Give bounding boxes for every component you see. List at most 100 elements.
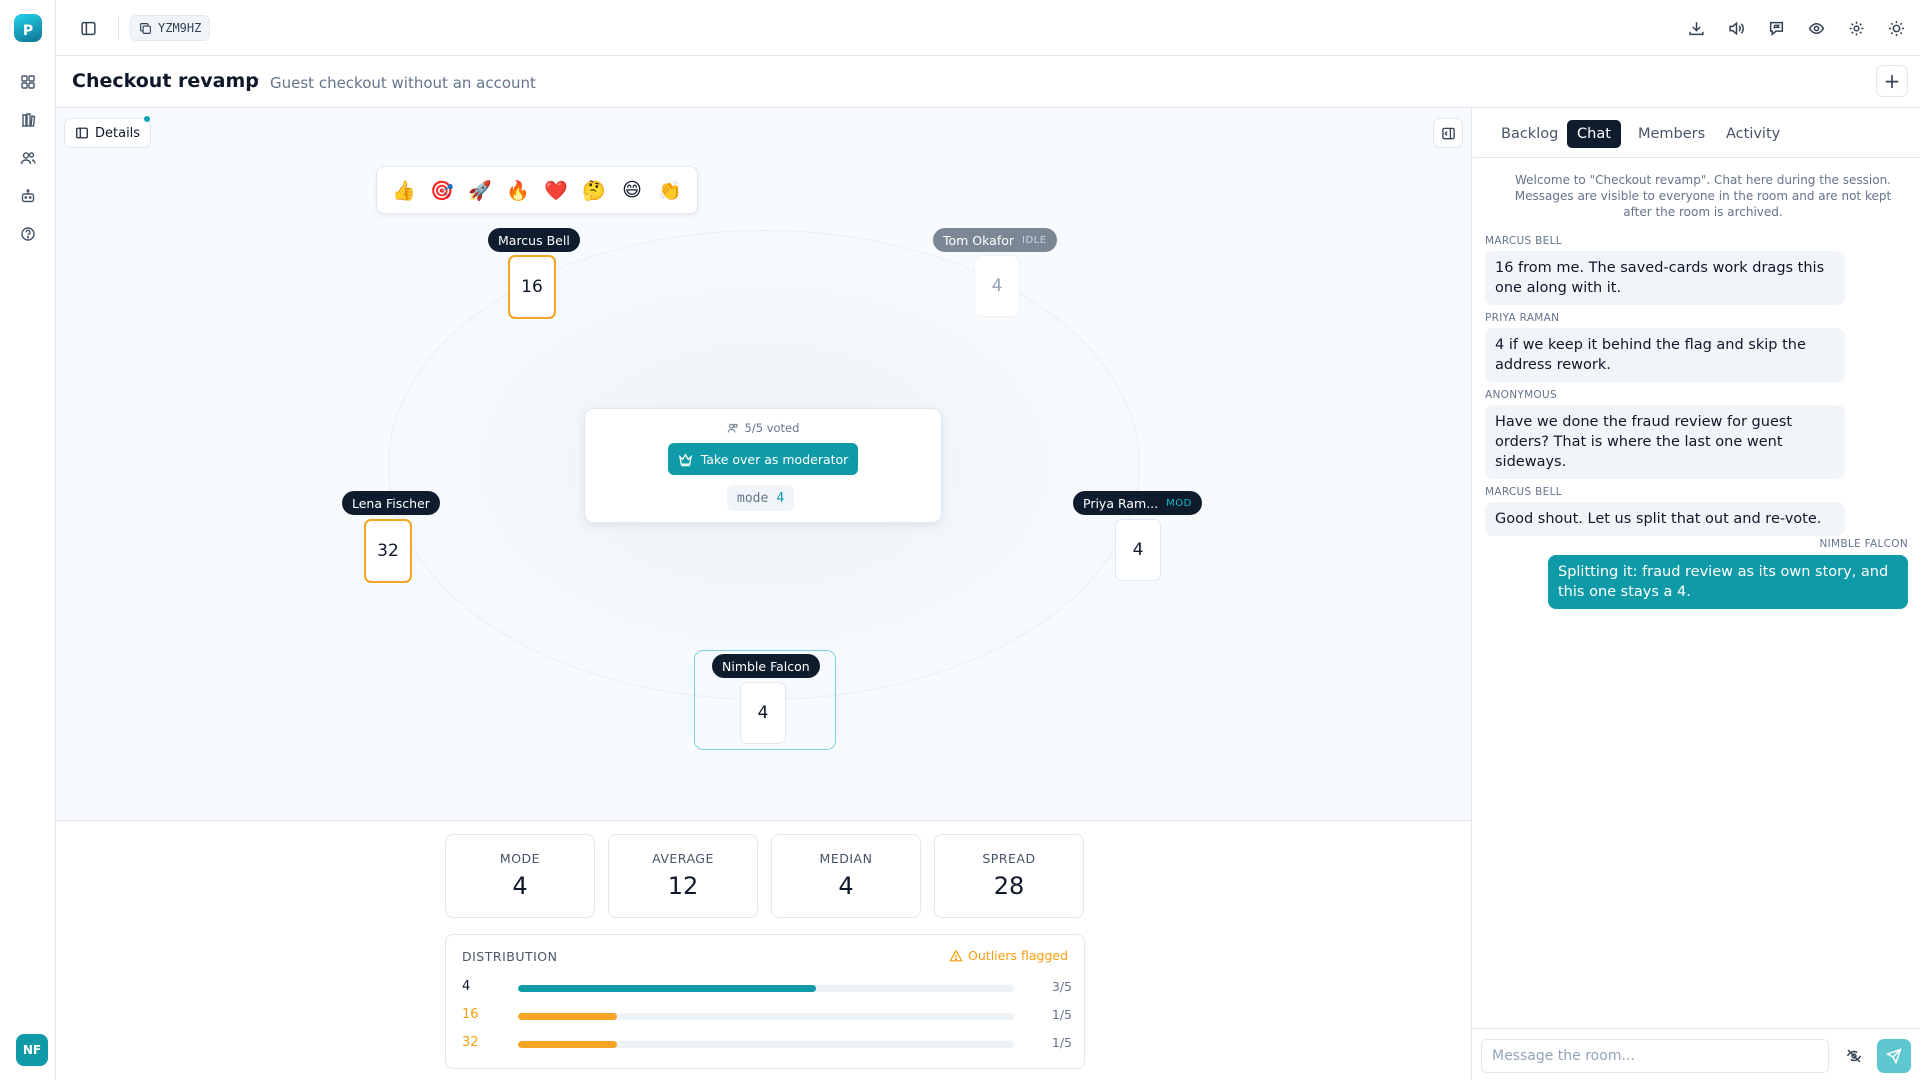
distribution-value: 16	[462, 1007, 479, 1022]
reaction-thumbs-up[interactable]: 👍	[385, 171, 423, 209]
distribution-row: 16 1/5	[462, 1007, 1072, 1023]
room-code-button[interactable]: YZM9HZ	[130, 15, 211, 41]
player-name-tag: Marcus Bell	[488, 228, 580, 252]
stat-value: 28	[993, 872, 1025, 900]
distribution-track	[518, 985, 1014, 992]
distribution-value: 4	[462, 979, 471, 994]
volume-icon[interactable]	[1720, 12, 1752, 44]
stat-card-average: AVERAGE 12	[608, 834, 758, 918]
tab-activity[interactable]: Activity	[1716, 120, 1790, 148]
stat-label: SPREAD	[982, 851, 1036, 866]
moderator-badge: MOD	[1166, 497, 1192, 509]
chat-message-input[interactable]	[1481, 1039, 1829, 1073]
sidebar-toggle-icon[interactable]	[72, 12, 104, 44]
tab-chat[interactable]: Chat	[1567, 120, 1621, 148]
notification-dot	[144, 116, 150, 122]
comment-flag-icon[interactable]	[1760, 12, 1792, 44]
message-bubble: 16 from me. The saved-cards work drags t…	[1485, 251, 1845, 305]
top-bar: YZM9HZ	[56, 0, 1920, 56]
mode-label: mode	[737, 490, 769, 506]
distribution-count: 3/5	[1051, 979, 1072, 994]
take-over-label: Take over as moderator	[700, 451, 849, 467]
distribution-panel: DISTRIBUTION Outliers flagged 4 3/5 16 1…	[445, 934, 1085, 1069]
reaction-bar: 👍 🎯 🚀 🔥 ❤️ 🤔 😄 👏	[376, 166, 698, 214]
tab-members[interactable]: Members	[1628, 120, 1715, 148]
details-label: Details	[95, 125, 141, 141]
gear-icon[interactable]	[1840, 12, 1872, 44]
stat-card-mode: MODE 4	[445, 834, 595, 918]
message-author: PRIYA RAMAN	[1485, 312, 1560, 324]
distribution-track	[518, 1013, 1014, 1020]
take-over-moderator-button[interactable]: Take over as moderator	[668, 443, 858, 475]
page-title: Checkout revamp	[72, 70, 259, 92]
details-button[interactable]: Details	[64, 118, 152, 148]
tab-backlog[interactable]: Backlog	[1491, 120, 1568, 148]
reaction-clap[interactable]: 👏	[651, 171, 689, 209]
distribution-bar	[518, 1041, 618, 1048]
idle-badge: IDLE	[1022, 234, 1047, 246]
users-icon	[727, 423, 738, 433]
stat-value: 12	[667, 872, 699, 900]
panel-icon	[76, 127, 88, 139]
download-icon[interactable]	[1680, 12, 1712, 44]
left-rail: P NF	[0, 0, 56, 1080]
reaction-target[interactable]: 🎯	[423, 171, 461, 209]
distribution-count: 1/5	[1051, 1007, 1072, 1022]
library-icon[interactable]	[14, 106, 42, 134]
crown-icon	[678, 453, 692, 466]
users-icon[interactable]	[14, 144, 42, 172]
player-vote-card: 4	[740, 682, 786, 744]
dashboard-icon[interactable]	[14, 68, 42, 96]
message-author: MARCUS BELL	[1485, 486, 1562, 498]
message-bubble-own: Splitting it: fraud review as its own st…	[1548, 555, 1908, 609]
user-avatar[interactable]: NF	[16, 1034, 48, 1066]
message-bubble: Have we done the fraud review for guest …	[1485, 405, 1845, 479]
mode-value: 4	[776, 490, 785, 506]
reaction-fire[interactable]: 🔥	[499, 171, 537, 209]
distribution-value: 32	[462, 1035, 479, 1050]
stat-value: 4	[838, 872, 854, 900]
player-name: Nimble Falcon	[722, 658, 810, 674]
outliers-flag-label: Outliers flagged	[968, 948, 1068, 963]
room-header: Checkout revamp · Guest checkout without…	[56, 56, 1920, 108]
distribution-bar	[518, 1013, 618, 1020]
reaction-smile[interactable]: 😄	[613, 171, 651, 209]
stat-label: AVERAGE	[652, 851, 714, 866]
robot-icon[interactable]	[14, 182, 42, 210]
voted-text: 5/5 voted	[744, 421, 800, 435]
send-message-button[interactable]	[1877, 1039, 1911, 1073]
message-bubble: Good shout. Let us split that out and re…	[1485, 502, 1845, 536]
player-vote-card: 16	[508, 255, 556, 319]
message-author: ANONYMOUS	[1485, 389, 1557, 401]
side-panel-tabs: Backlog Chat Members Activity	[1473, 108, 1920, 158]
stat-label: MODE	[499, 851, 541, 866]
panel-right-icon	[1441, 127, 1455, 139]
add-button[interactable]: +	[1876, 65, 1908, 97]
player-name: Priya Ram...	[1083, 495, 1159, 511]
reaction-rocket[interactable]: 🚀	[461, 171, 499, 209]
message-author: MARCUS BELL	[1485, 235, 1562, 247]
distribution-bar	[518, 985, 816, 992]
message-author: NIMBLE FALCON	[1819, 538, 1908, 550]
side-panel: Backlog Chat Members Activity Welcome to…	[1473, 108, 1920, 1080]
title-separator: ·	[256, 72, 261, 88]
eye-icon[interactable]	[1800, 12, 1832, 44]
help-icon[interactable]	[14, 220, 42, 248]
voted-count: 5/5 voted	[585, 421, 941, 435]
reaction-thinking[interactable]: 🤔	[575, 171, 613, 209]
eye-off-icon[interactable]	[1839, 1041, 1869, 1071]
room-code: YZM9HZ	[158, 21, 202, 35]
player-vote-card: 4	[974, 255, 1020, 317]
chat-composer	[1473, 1028, 1920, 1080]
reaction-heart[interactable]: ❤️	[537, 171, 575, 209]
distribution-track	[518, 1041, 1014, 1048]
stat-value: 4	[512, 872, 528, 900]
round-control-panel: 5/5 voted Take over as moderator mode 4	[584, 408, 942, 523]
sun-icon[interactable]	[1880, 12, 1912, 44]
player-name-tag: Priya Ram... MOD	[1073, 491, 1202, 515]
app-logo[interactable]: P	[14, 14, 42, 42]
outliers-flag: Outliers flagged	[949, 948, 1068, 963]
distribution-count: 1/5	[1051, 1035, 1072, 1050]
distribution-row: 4 3/5	[462, 979, 1072, 995]
collapse-panel-button[interactable]	[1433, 118, 1463, 148]
